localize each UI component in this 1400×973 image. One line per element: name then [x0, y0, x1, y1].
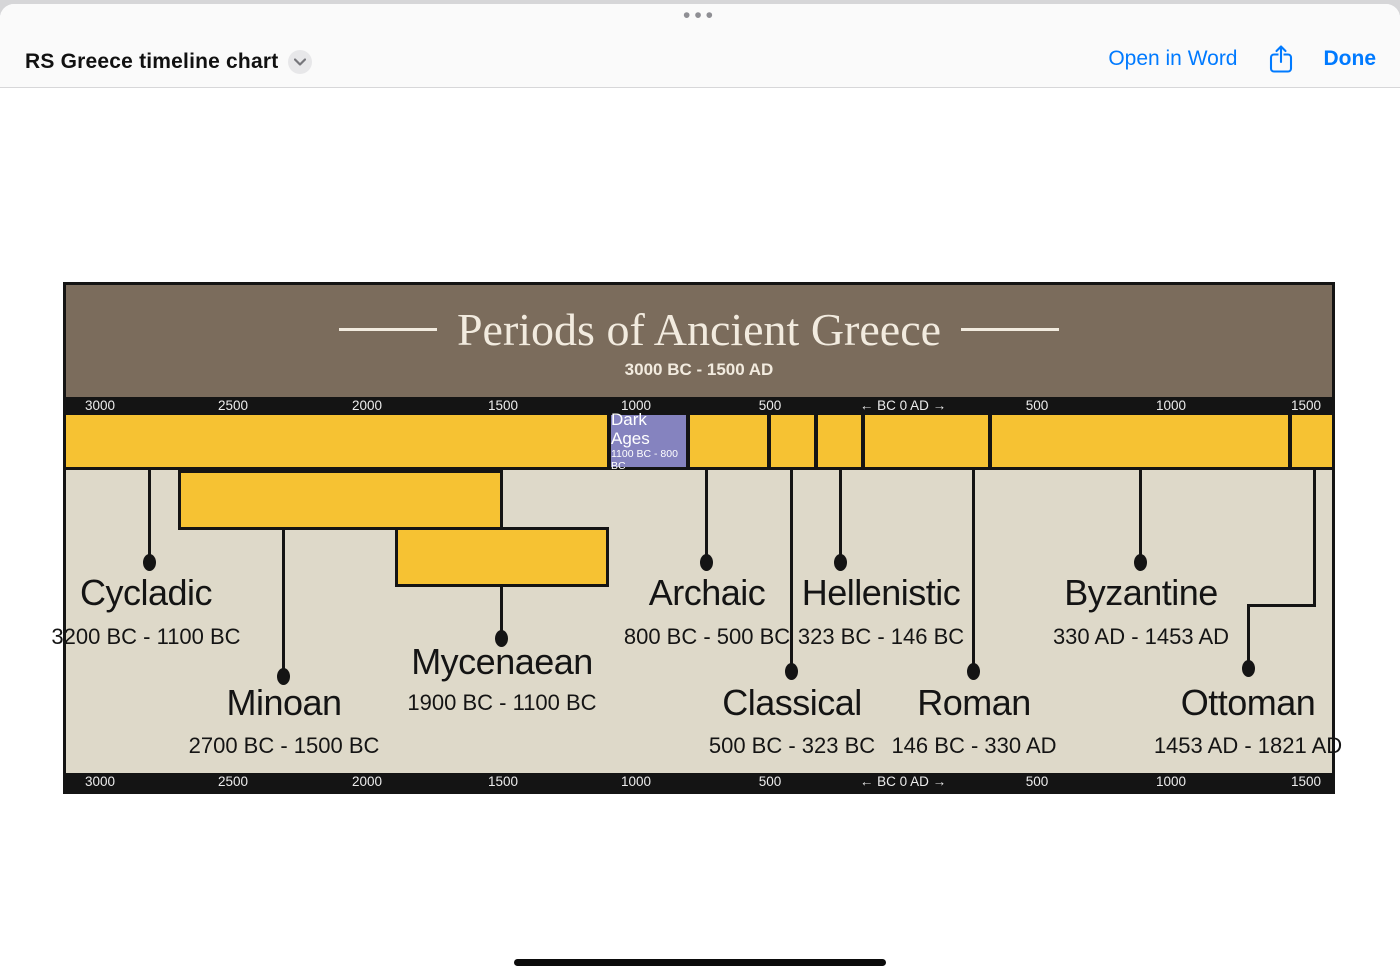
period-range: 146 BC - 330 AD: [891, 733, 1056, 759]
segment-cycladic: [66, 415, 607, 467]
toolbar: ••• RS Greece timeline chart Open in Wor…: [0, 4, 1400, 88]
period-name: Hellenistic: [802, 572, 961, 614]
top-tick: 1500: [488, 398, 518, 414]
period-name: Minoan: [226, 682, 341, 724]
period-range: 1900 BC - 1100 BC: [407, 690, 596, 716]
bottom-tick: 1000: [1156, 774, 1186, 790]
top-tick: 3000: [85, 398, 115, 414]
top-tick-bc-ad: ← BC 0 AD →: [860, 398, 946, 414]
byzantine-leader: [1139, 470, 1142, 559]
segment-archaic: [690, 415, 767, 467]
home-indicator[interactable]: [514, 959, 886, 966]
period-range: 2700 BC - 1500 BC: [189, 733, 380, 759]
top-tick: 2500: [218, 398, 248, 414]
bottom-tick: 1500: [1291, 774, 1321, 790]
bottom-tick: 2500: [218, 774, 248, 790]
top-tick: 2000: [352, 398, 382, 414]
period-range: 323 BC - 146 BC: [798, 624, 964, 650]
top-tick: 1500: [1291, 398, 1321, 414]
segment-ottoman: [1292, 415, 1332, 467]
bottom-tick: 1500: [488, 774, 518, 790]
byzantine-dot: [1134, 554, 1147, 571]
period-name: Byzantine: [1064, 572, 1218, 614]
period-name: Cycladic: [80, 572, 212, 614]
period-name: Classical: [722, 682, 862, 724]
hellenistic-leader: [839, 470, 842, 559]
screen: ••• RS Greece timeline chart Open in Wor…: [0, 0, 1400, 973]
dark-ages-label: Dark Ages: [611, 410, 686, 448]
dark-ages-range: 1100 BC - 800 BC: [611, 448, 686, 472]
segment-byzantine: [992, 415, 1288, 467]
top-tick: 500: [759, 398, 782, 414]
classical-dot: [785, 663, 798, 680]
ottoman-dot: [1242, 660, 1255, 677]
chart-title: Periods of Ancient Greece: [457, 303, 941, 356]
period-name: Ottoman: [1181, 682, 1316, 724]
bottom-tick: 1000: [621, 774, 651, 790]
bottom-tick-bc-ad: ← BC 0 AD →: [860, 774, 946, 790]
bottom-tick: 3000: [85, 774, 115, 790]
bottom-tick: 500: [1026, 774, 1049, 790]
period-name: Archaic: [649, 572, 766, 614]
roman-leader: [972, 470, 975, 669]
ottoman-leader-v1: [1313, 470, 1316, 607]
bottom-tick: 2000: [352, 774, 382, 790]
document-title: RS Greece timeline chart: [25, 50, 278, 74]
title-right-dash: [961, 328, 1059, 331]
period-range: 3200 BC - 1100 BC: [51, 624, 240, 650]
bottom-scale-bar: 3000 2500 2000 1500 1000 500 ← BC 0 AD →…: [66, 773, 1332, 791]
period-range: 330 AD - 1453 AD: [1053, 624, 1229, 650]
sheet-grabber-icon[interactable]: •••: [0, 6, 1400, 26]
top-tick: 500: [1026, 398, 1049, 414]
archaic-leader: [705, 470, 708, 559]
period-range: 500 BC - 323 BC: [709, 733, 875, 759]
ottoman-leader-v2: [1247, 604, 1250, 666]
open-in-word-button[interactable]: Open in Word: [1108, 47, 1237, 71]
timeline-chart[interactable]: Periods of Ancient Greece 3000 BC - 1500…: [63, 282, 1335, 794]
mycenaean-bar: [395, 527, 609, 587]
segment-hellenistic: [818, 415, 861, 467]
ottoman-leader-h: [1247, 604, 1316, 607]
archaic-dot: [700, 554, 713, 571]
segment-classical: [771, 415, 814, 467]
title-menu-button[interactable]: [288, 50, 312, 74]
preview-sheet: ••• RS Greece timeline chart Open in Wor…: [0, 4, 1400, 973]
minoan-bar: [178, 470, 503, 530]
period-name: Mycenaean: [411, 641, 593, 683]
top-scale-bar: 3000 2500 2000 1500 1000 500 ← BC 0 AD →…: [66, 397, 1332, 415]
title-left-dash: [339, 328, 437, 331]
chart-subtitle: 3000 BC - 1500 AD: [625, 360, 774, 380]
minoan-leader: [282, 528, 285, 674]
segment-dark-ages: Dark Ages 1100 BC - 800 BC: [611, 415, 686, 467]
chevron-down-icon: [294, 58, 306, 66]
cycladic-dot: [143, 554, 156, 571]
segment-roman: [865, 415, 988, 467]
period-range: 1453 AD - 1821 AD: [1154, 733, 1342, 759]
classical-leader: [790, 470, 793, 669]
main-timeline-bar: Dark Ages 1100 BC - 800 BC: [66, 415, 1332, 470]
mycenaean-leader: [500, 585, 503, 636]
period-name: Roman: [917, 682, 1031, 724]
done-button[interactable]: Done: [1324, 47, 1377, 71]
bottom-tick: 500: [759, 774, 782, 790]
period-range: 800 BC - 500 BC: [624, 624, 790, 650]
roman-dot: [967, 663, 980, 680]
cycladic-leader: [148, 470, 151, 559]
top-tick: 1000: [1156, 398, 1186, 414]
hellenistic-dot: [834, 554, 847, 571]
share-icon[interactable]: [1268, 44, 1294, 74]
chart-header: Periods of Ancient Greece 3000 BC - 1500…: [66, 285, 1332, 397]
